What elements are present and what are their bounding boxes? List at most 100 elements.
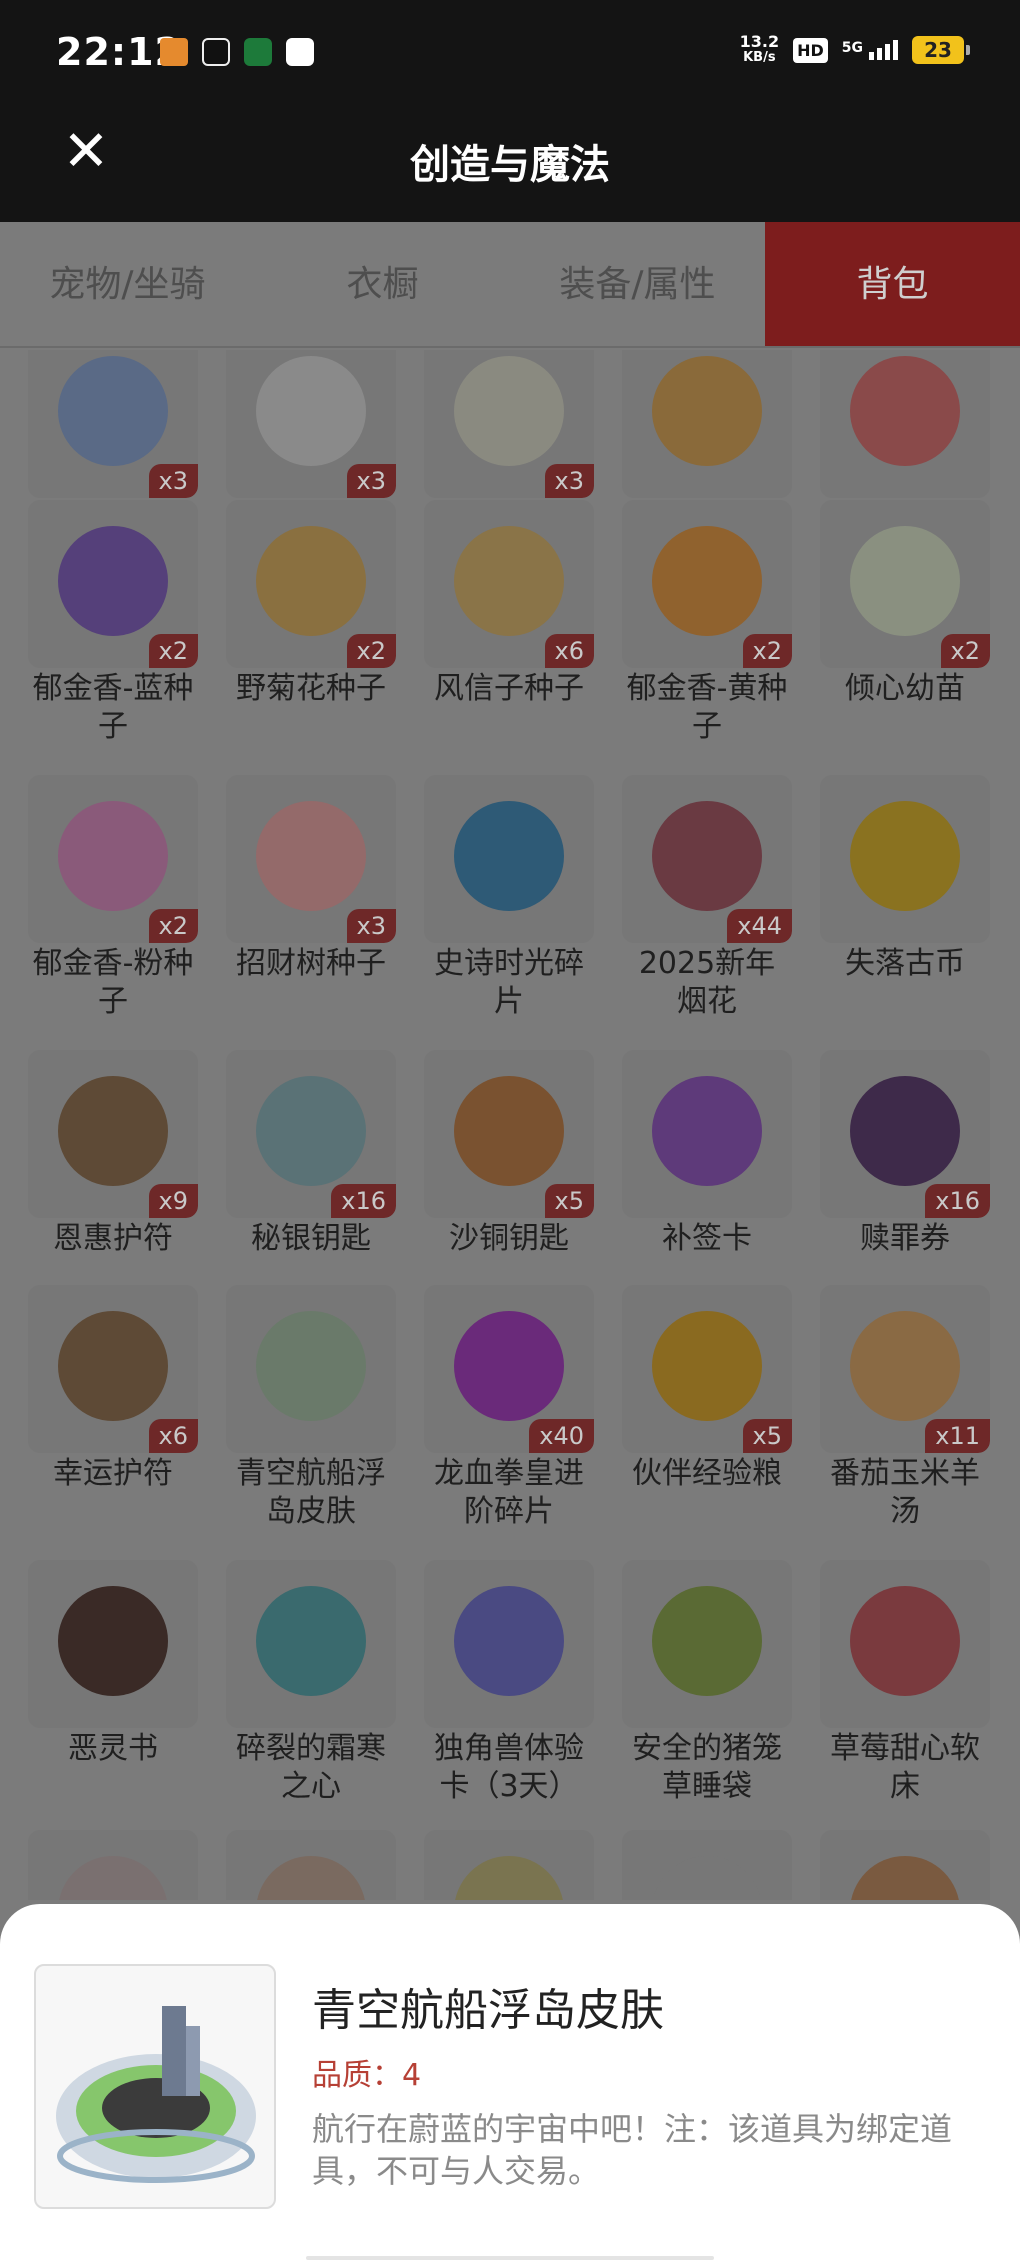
item-icon: x6	[28, 1285, 198, 1453]
item-icon: x2	[28, 500, 198, 668]
item-cell[interactable]	[226, 1830, 396, 1900]
item-cell[interactable]: x6 幸运护符	[28, 1285, 198, 1493]
item-cell[interactable]: x2 郁金香-粉种子	[28, 775, 198, 1021]
item-cell[interactable]: 独角兽体验卡（3天）	[424, 1560, 594, 1806]
item-count-badge: x2	[742, 634, 792, 668]
item-count-badge: x16	[331, 1184, 396, 1218]
item-count-badge: x9	[148, 1184, 198, 1218]
item-art	[652, 1311, 762, 1421]
item-count-badge: x11	[925, 1419, 990, 1453]
item-cell[interactable]: x6 风信子种子	[424, 500, 594, 708]
item-cell[interactable]: x5 伙伴经验粮	[622, 1285, 792, 1493]
item-count-badge: x5	[544, 1184, 594, 1218]
item-count-badge: x5	[742, 1419, 792, 1453]
signal-icon: 5G	[842, 40, 898, 60]
item-cell[interactable]: 史诗时光碎片	[424, 775, 594, 1021]
item-art	[58, 1311, 168, 1421]
item-cell[interactable]: x2 野菊花种子	[226, 500, 396, 708]
category-tabs: 宠物/坐骑 衣橱 装备/属性 背包	[0, 222, 1020, 348]
item-icon	[622, 1830, 792, 1900]
item-name: 史诗时光碎片	[434, 946, 584, 1019]
item-name: 龙血拳皇进阶碎片	[434, 1456, 584, 1529]
item-detail-image	[34, 1964, 276, 2209]
item-icon: x2	[622, 500, 792, 668]
item-icon	[820, 1830, 990, 1900]
item-cell[interactable]: x16 秘银钥匙	[226, 1050, 396, 1258]
item-name: 伙伴经验粮	[632, 1456, 782, 1491]
item-art	[256, 801, 366, 911]
item-name: 风信子种子	[434, 671, 584, 706]
item-name: 郁金香-蓝种子	[32, 671, 194, 744]
item-art	[454, 1311, 564, 1421]
item-cell[interactable]: x16 赎罪券	[820, 1050, 990, 1258]
item-name: 草莓甜心软床	[830, 1731, 980, 1804]
item-icon	[424, 1830, 594, 1900]
item-art	[652, 356, 762, 466]
net-speed: 13.2 KB/s	[739, 32, 780, 66]
item-icon	[226, 1830, 396, 1900]
item-cell[interactable]: x11 番茄玉米羊汤	[820, 1285, 990, 1531]
tab-backpack[interactable]: 背包	[765, 222, 1020, 346]
item-icon	[28, 1830, 198, 1900]
notification-icons	[160, 38, 314, 66]
item-art	[454, 356, 564, 466]
item-cell[interactable]: x5 沙铜钥匙	[424, 1050, 594, 1258]
item-art	[58, 1856, 168, 1900]
battery-icon: 23	[912, 36, 970, 64]
item-count-badge: x2	[148, 634, 198, 668]
item-cell[interactable]: x44 2025新年烟花	[622, 775, 792, 1021]
item-cell[interactable]: 碎裂的霜寒之心	[226, 1560, 396, 1806]
item-art	[58, 1586, 168, 1696]
tab-wardrobe[interactable]: 衣橱	[255, 222, 510, 346]
item-cell[interactable]: 草莓甜心软床	[820, 1560, 990, 1806]
item-count-badge: x40	[529, 1419, 594, 1453]
item-cell[interactable]: 补签卡	[622, 1050, 792, 1258]
item-icon: x11	[820, 1285, 990, 1453]
tab-pets-mounts[interactable]: 宠物/坐骑	[0, 222, 255, 346]
item-icon: x5	[424, 1050, 594, 1218]
item-icon	[28, 1560, 198, 1728]
sheet-handle[interactable]	[306, 2256, 714, 2260]
tab-equipment[interactable]: 装备/属性	[510, 222, 765, 346]
item-name: 失落古币	[845, 946, 965, 981]
item-art	[256, 1586, 366, 1696]
item-cell[interactable]	[28, 1830, 198, 1900]
item-cell[interactable]: x3 招财树种子	[226, 775, 396, 983]
item-cell[interactable]: 恶灵书	[28, 1560, 198, 1768]
item-detail-quality: 品质：4	[312, 2058, 422, 2093]
item-icon	[820, 775, 990, 943]
item-icon: x2	[28, 775, 198, 943]
item-cell[interactable]: 青空航船浮岛皮肤	[226, 1285, 396, 1531]
item-cell[interactable]: 失落古币	[820, 775, 990, 983]
status-bar: 22:12 13.2 KB/s HD 5G 23	[0, 0, 1020, 110]
music-app-icon	[244, 38, 272, 66]
item-cell[interactable]: x2 倾心幼苗	[820, 500, 990, 708]
item-icon: x3	[226, 350, 396, 498]
item-cell[interactable]: 安全的猪笼草睡袋	[622, 1560, 792, 1806]
item-count-badge: x6	[544, 634, 594, 668]
item-art	[256, 1856, 366, 1900]
item-icon	[226, 1560, 396, 1728]
item-count-badge: x2	[148, 909, 198, 943]
item-icon: x3	[424, 350, 594, 498]
item-cell[interactable]: x2 郁金香-黄种子	[622, 500, 792, 746]
item-cell[interactable]: x40 龙血拳皇进阶碎片	[424, 1285, 594, 1531]
item-cell[interactable]	[820, 1830, 990, 1900]
item-cell[interactable]: x9 恩惠护符	[28, 1050, 198, 1258]
item-icon	[820, 1560, 990, 1728]
item-name: 郁金香-黄种子	[626, 671, 788, 744]
item-cell[interactable]: x2 郁金香-蓝种子	[28, 500, 198, 746]
item-name: 倾心幼苗	[845, 671, 965, 706]
item-count-badge: x3	[544, 464, 594, 498]
item-name: 番茄玉米羊汤	[830, 1456, 980, 1529]
item-art	[850, 801, 960, 911]
item-cell[interactable]	[424, 1830, 594, 1900]
item-name: 恩惠护符	[53, 1221, 173, 1256]
tiktok-icon	[202, 38, 230, 66]
item-count-badge: x6	[148, 1419, 198, 1453]
item-name: 补签卡	[662, 1221, 752, 1256]
item-icon: x40	[424, 1285, 594, 1453]
title-bar: ✕ 创造与魔法	[0, 110, 1020, 222]
item-cell[interactable]	[622, 1830, 792, 1900]
item-art	[850, 1311, 960, 1421]
